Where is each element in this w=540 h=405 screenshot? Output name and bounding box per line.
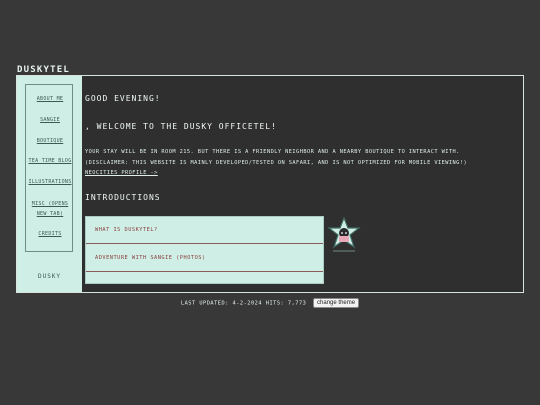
page-footer: LAST UPDATED: 4-2-2024 HITS: 7,773 chang… [0,298,540,308]
intro-line-1: YOUR STAY WILL BE IN ROOM 215. BUT THERE… [85,149,460,155]
introductions-list: WHAT IS DUSKYTEL? ADVENTURE WITH SANGIE … [85,216,324,284]
greeting-heading: GOOD EVENING! [85,94,161,103]
nav-box: ABOUT ME SANGIE BOUTIQUE TEA TIME BLOG I… [25,84,73,252]
nav-tea-time-blog[interactable]: TEA TIME BLOG [26,157,74,166]
neocities-profile-link[interactable]: NEOCITIES PROFILE -> [85,168,517,179]
nav-about-me[interactable]: ABOUT ME [26,95,74,104]
nav-sangie[interactable]: SANGIE [26,116,74,125]
nav-credits[interactable]: CREDITS [26,230,74,239]
card-adventure-with-sangie[interactable]: ADVENTURE WITH SANGIE (PHOTOS) [86,245,323,272]
introductions-heading: INTRODUCTIONS [85,193,161,202]
nav-illustrations[interactable]: ILLUSTRATIONS [26,178,74,187]
main-content: GOOD EVENING! , WELCOME TO THE DUSKY OFF… [85,76,523,292]
star-mascot-icon [327,217,361,252]
intro-paragraph: YOUR STAY WILL BE IN ROOM 215. BUT THERE… [85,147,517,179]
main-frame: ABOUT ME SANGIE BOUTIQUE TEA TIME BLOG I… [16,75,524,293]
last-updated-text: LAST UPDATED: 4-2-2024 HITS: 7,773 [180,300,307,307]
disclaimer-line: (DISCLAIMER: THIS WEBSITE IS MAINLY DEVE… [85,159,468,166]
sidebar: ABOUT ME SANGIE BOUTIQUE TEA TIME BLOG I… [17,76,82,292]
welcome-heading: , WELCOME TO THE DUSKY OFFICETEL! [85,122,277,131]
nav-boutique[interactable]: BOUTIQUE [26,137,74,146]
card-what-is-duskytel[interactable]: WHAT IS DUSKYTEL? [86,217,323,244]
change-theme-button[interactable]: change theme [313,298,360,308]
nav-misc[interactable]: MISC (OPENS NEW TAB) [26,199,74,219]
sidebar-footer: DUSKY [37,273,62,280]
